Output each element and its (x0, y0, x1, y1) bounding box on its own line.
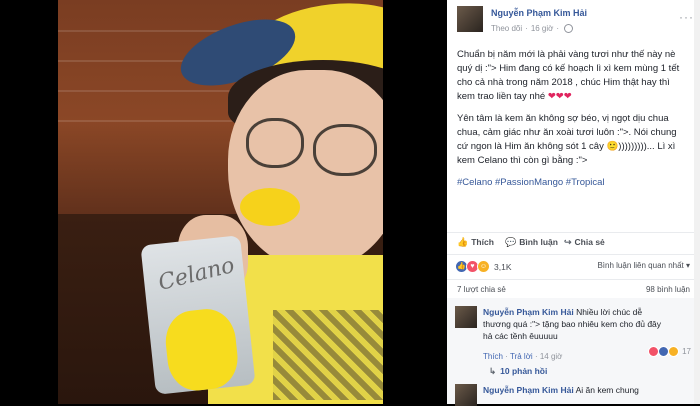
photo-pack-brand: Celano (155, 252, 238, 296)
comments-section: Nguyễn Phạm Kim Hải Nhiều lời chúc dễ th… (447, 298, 700, 406)
scrollbar[interactable] (694, 0, 700, 404)
post-actions: 👍 Thích 💬 Bình luận ↪ Chia sẻ (447, 232, 700, 251)
reactions-bar: 👍 ♥ ☺ 3,1K Bình luận liên quan nhất ▾ (447, 254, 700, 279)
photo-glasses-right (313, 124, 377, 176)
author-avatar[interactable] (457, 6, 483, 32)
reaction-summary[interactable]: 👍 ♥ ☺ 3,1K (455, 260, 512, 273)
commenter-name[interactable]: Nguyễn Phạm Kim Hải (483, 385, 574, 395)
commenter-avatar[interactable] (455, 384, 477, 406)
view-replies-link[interactable]: ↳ 10 phản hồi (489, 366, 547, 377)
comment-label: Bình luận (519, 237, 558, 247)
more-options-icon[interactable]: ··· (679, 10, 694, 24)
comment-icon: 💬 (505, 237, 517, 247)
globe-icon (564, 24, 574, 34)
heart-emoji: ❤❤❤ (547, 91, 572, 102)
like-label: Thích (471, 237, 494, 247)
post-header: Nguyễn Phạm Kim Hải Theo dõi · 16 giờ · ··· (447, 0, 700, 40)
share-button[interactable]: ↪ Chia sẻ (564, 237, 605, 248)
commenter-name[interactable]: Nguyễn Phạm Kim Hải (483, 307, 574, 317)
comment-reaction-count: 17 (682, 347, 691, 356)
post-caption: Chuẩn bị năm mới là phải vàng tươi như t… (457, 48, 689, 198)
photo-ice-cream-pack: Celano (140, 235, 256, 395)
photo-ice-cream (240, 188, 300, 226)
post-meta: Theo dõi · 16 giờ · (491, 24, 574, 34)
comment-actions: Thích · Trả lời · 14 giờ (483, 352, 563, 361)
thumbs-up-icon: 👍 (457, 237, 469, 247)
post-side-panel: Nguyễn Phạm Kim Hải Theo dõi · 16 giờ · ···… (447, 0, 700, 406)
comment-sort-dropdown[interactable]: Bình luận liên quan nhất ▾ (597, 261, 690, 270)
comment-reactions[interactable]: 17 (648, 346, 691, 357)
haha-reaction-icon: ☺ (477, 260, 490, 273)
hashtags[interactable]: #Celano #PassionMango #Tropical (457, 176, 689, 190)
caption-paragraph: Yên tâm là kem ăn không sợ béo, vị ngọt … (457, 112, 689, 168)
comment-bubble: Nguyễn Phạm Kim Hải Ai ăn kem chung (483, 384, 663, 396)
share-label: Chia sẻ (574, 237, 605, 247)
post-stats: 7 lượt chia sẻ 98 bình luận (447, 279, 700, 298)
comment-time[interactable]: 14 giờ (540, 352, 563, 361)
replies-label: 10 phản hồi (500, 366, 548, 376)
reply-arrow-icon: ↳ (489, 366, 497, 376)
commenter-avatar[interactable] (455, 306, 477, 328)
haha-reaction-icon (668, 346, 680, 357)
like-button[interactable]: 👍 Thích (457, 237, 494, 248)
reaction-count: 3,1K (494, 261, 512, 272)
comment-reply-link[interactable]: Trả lời (510, 352, 533, 361)
comment-like-link[interactable]: Thích (483, 352, 503, 361)
caption-paragraph: Chuẩn bị năm mới là phải vàng tươi như t… (457, 48, 689, 104)
share-count[interactable]: 7 lượt chia sẻ (457, 285, 506, 294)
share-icon: ↪ (564, 237, 572, 247)
photo-shirt-print (273, 310, 383, 400)
photo-pack-yellow (162, 306, 241, 394)
post-time[interactable]: 16 giờ (531, 24, 554, 33)
photo-glasses-left (246, 118, 304, 168)
follow-link[interactable]: Theo dõi (491, 24, 522, 33)
photo-viewer: Celano Nguyễn Phạm Kim Hải Theo dõi · 16 g… (0, 0, 700, 406)
comment-count[interactable]: 98 bình luận (646, 285, 690, 294)
comment-bubble: Nguyễn Phạm Kim Hải Nhiều lời chúc dễ th… (483, 306, 663, 342)
comment-button[interactable]: 💬 Bình luận (505, 237, 558, 248)
author-name[interactable]: Nguyễn Phạm Kim Hải (491, 8, 587, 18)
post-photo[interactable]: Celano (58, 0, 383, 404)
comment-text: Ai ăn kem chung (575, 385, 639, 395)
